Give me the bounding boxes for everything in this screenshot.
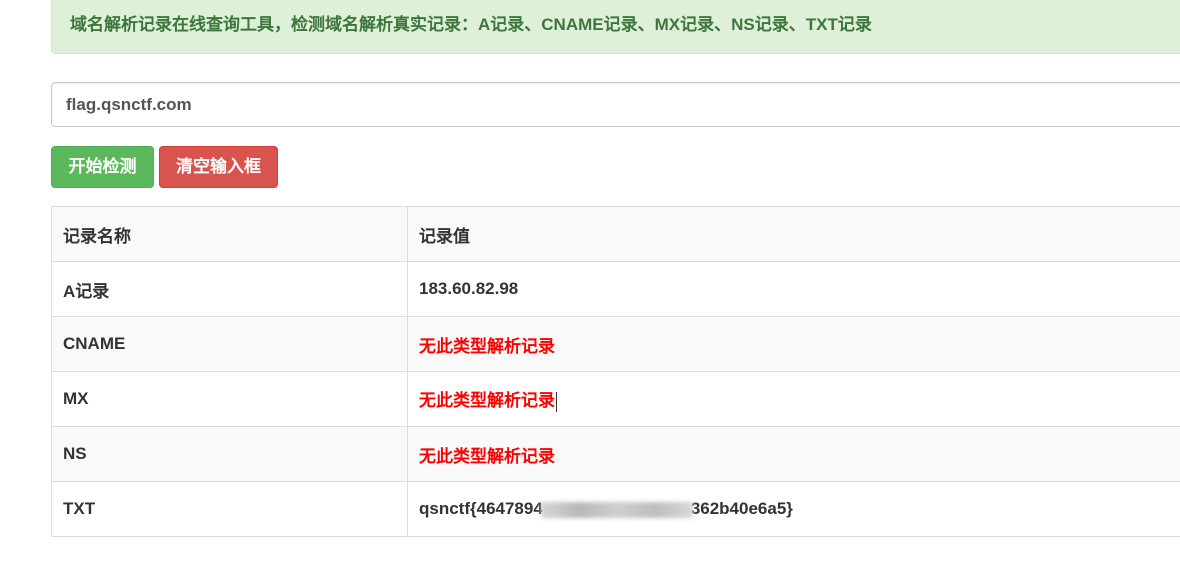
info-alert: 域名解析记录在线查询工具，检测域名解析真实记录：A记录、CNAME记录、MX记录… bbox=[51, 0, 1180, 54]
record-value: 无此类型解析记录 bbox=[407, 426, 1180, 482]
header-record-name: 记录名称 bbox=[51, 206, 408, 262]
table-row: MX 无此类型解析记录 bbox=[51, 371, 1180, 427]
clear-input-button[interactable]: 清空输入框 bbox=[159, 146, 278, 188]
record-value-text: 无此类型解析记录 bbox=[419, 391, 555, 411]
start-check-button[interactable]: 开始检测 bbox=[51, 146, 154, 188]
header-record-value: 记录值 bbox=[407, 206, 1180, 262]
record-value: 无此类型解析记录 bbox=[407, 371, 1180, 427]
table-row: TXT qsnctf{4647894 362b40e6a5} bbox=[51, 481, 1180, 537]
table-row: NS 无此类型解析记录 bbox=[51, 426, 1180, 482]
txt-value-suffix: 362b40e6a5} bbox=[690, 499, 793, 518]
record-value: 无此类型解析记录 bbox=[407, 316, 1180, 372]
text-caret bbox=[556, 391, 557, 412]
redacted-blur bbox=[540, 501, 693, 518]
record-name: MX bbox=[51, 371, 408, 427]
domain-input[interactable] bbox=[51, 82, 1180, 127]
record-name: TXT bbox=[51, 481, 408, 537]
txt-value-prefix: qsnctf{4647894 bbox=[419, 499, 543, 518]
dns-results-table: 记录名称 记录值 A记录 183.60.82.98 CNAME 无此类型解析记录… bbox=[51, 206, 1180, 537]
record-name: NS bbox=[51, 426, 408, 482]
page: 域名解析记录在线查询工具，检测域名解析真实记录：A记录、CNAME记录、MX记录… bbox=[0, 0, 1180, 564]
record-value: 183.60.82.98 bbox=[407, 261, 1180, 317]
record-name: CNAME bbox=[51, 316, 408, 372]
table-header-row: 记录名称 记录值 bbox=[51, 206, 1180, 262]
table-row: A记录 183.60.82.98 bbox=[51, 261, 1180, 317]
table-row: CNAME 无此类型解析记录 bbox=[51, 316, 1180, 372]
record-value: qsnctf{4647894 362b40e6a5} bbox=[407, 481, 1180, 537]
record-name: A记录 bbox=[51, 261, 408, 317]
